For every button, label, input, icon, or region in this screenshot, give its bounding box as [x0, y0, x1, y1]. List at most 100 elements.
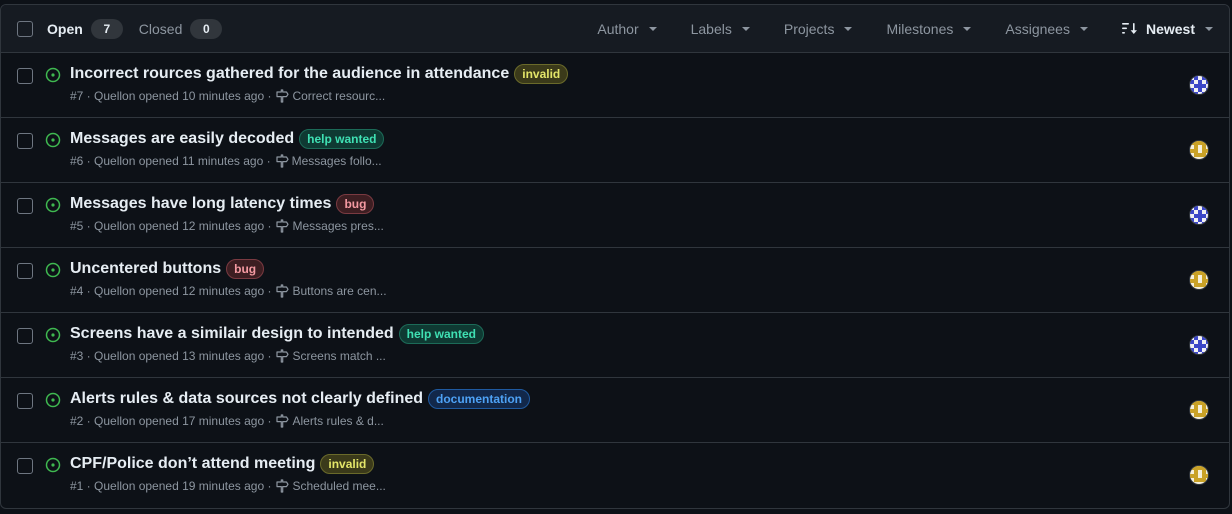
issue-checkbox[interactable]: [17, 68, 33, 84]
issue-row[interactable]: CPF/Police don’t attend meeting invalid …: [1, 443, 1229, 508]
filter-author-label: Author: [597, 20, 639, 37]
issue-checkbox[interactable]: [17, 133, 33, 149]
open-count-badge: 7: [90, 18, 123, 39]
avatar[interactable]: [1189, 335, 1209, 355]
filter-assignees-label: Assignees: [1005, 20, 1070, 37]
issue-row[interactable]: Uncentered buttons bug #4 · Quellon open…: [1, 248, 1229, 313]
issue-meta: #3 · Quellon opened 13 minutes ago ·: [70, 349, 272, 363]
sort-label: Newest: [1145, 20, 1195, 37]
label-bug[interactable]: bug: [226, 259, 265, 279]
issue-meta: #5 · Quellon opened 12 minutes ago ·: [70, 219, 272, 233]
issue-content: Screens have a similair design to intend…: [70, 323, 1169, 363]
filter-milestones[interactable]: Milestones: [886, 20, 972, 37]
filter-milestones-label: Milestones: [886, 20, 954, 37]
issue-title-link[interactable]: Incorrect rources gathered for the audie…: [70, 65, 509, 83]
label-invalid[interactable]: invalid: [320, 454, 375, 474]
issue-title-link[interactable]: Screens have a similair design to intend…: [70, 325, 394, 343]
filter-labels-label: Labels: [690, 20, 732, 37]
milestone-icon: [275, 154, 289, 168]
issue-opened-icon: [45, 132, 61, 153]
issue-checkbox[interactable]: [17, 263, 33, 279]
milestone-icon: [275, 89, 290, 103]
tab-open-label: Open: [47, 20, 83, 37]
milestone-link[interactable]: Scheduled mee...: [292, 479, 385, 493]
filter-assignees[interactable]: Assignees: [1005, 21, 1088, 37]
filter-projects-label: Projects: [783, 20, 835, 37]
issue-row[interactable]: Screens have a similair design to intend…: [1, 313, 1229, 378]
avatar[interactable]: [1189, 205, 1209, 225]
milestone-icon: [275, 219, 290, 233]
milestone-link[interactable]: Messages pres...: [292, 219, 383, 233]
milestone-icon: [275, 349, 290, 363]
issue-row[interactable]: Incorrect rources gathered for the audie…: [1, 53, 1229, 118]
chevron-down-icon: [1205, 26, 1213, 31]
sort-desc-icon: [1121, 22, 1138, 36]
tab-closed-label: Closed: [138, 20, 183, 37]
issue-title-link[interactable]: Messages are easily decoded: [70, 130, 294, 148]
avatar[interactable]: [1189, 75, 1209, 95]
issue-title-link[interactable]: CPF/Police don’t attend meeting: [70, 455, 315, 473]
issue-meta: #1 · Quellon opened 19 minutes ago ·: [70, 479, 272, 493]
issue-checkbox[interactable]: [17, 458, 33, 474]
issue-row[interactable]: Alerts rules & data sources not clearly …: [1, 378, 1229, 443]
issue-content: Incorrect rources gathered for the audie…: [70, 63, 1169, 103]
issue-meta: #2 · Quellon opened 17 minutes ago ·: [70, 414, 272, 428]
issue-meta: #6 · Quellon opened 11 minutes ago ·: [70, 154, 271, 168]
issue-opened-icon: [45, 392, 61, 413]
issue-opened-icon: [45, 197, 61, 218]
milestone-icon: [275, 284, 290, 298]
issue-checkbox[interactable]: [17, 198, 33, 214]
chevron-down-icon: [648, 26, 657, 31]
issue-content: Alerts rules & data sources not clearly …: [70, 388, 1169, 428]
chevron-down-icon: [963, 26, 972, 31]
issue-checkbox[interactable]: [17, 393, 33, 409]
select-all-checkbox[interactable]: [17, 20, 33, 37]
avatar[interactable]: [1189, 465, 1209, 485]
avatar[interactable]: [1189, 400, 1209, 420]
tab-closed[interactable]: Closed 0: [138, 18, 223, 39]
milestone-link[interactable]: Correct resourc...: [292, 89, 385, 103]
chevron-down-icon: [1079, 26, 1088, 31]
avatar[interactable]: [1189, 140, 1209, 160]
issues-toolbar: Open 7 Closed 0 Author Labels Projects M…: [1, 5, 1229, 53]
label-documentation[interactable]: documentation: [428, 389, 531, 409]
label-bug[interactable]: bug: [336, 194, 375, 214]
milestone-icon: [275, 414, 290, 428]
issue-list: Incorrect rources gathered for the audie…: [1, 53, 1229, 508]
issue-content: Messages are easily decoded help wanted …: [70, 128, 1169, 168]
issue-opened-icon: [45, 262, 61, 283]
avatar[interactable]: [1189, 270, 1209, 290]
issue-meta: #7 · Quellon opened 10 minutes ago ·: [70, 89, 272, 103]
milestone-link[interactable]: Messages follo...: [292, 154, 382, 168]
issues-panel: Open 7 Closed 0 Author Labels Projects M…: [0, 4, 1230, 509]
milestone-link[interactable]: Buttons are cen...: [292, 284, 386, 298]
filter-bar: Author Labels Projects Milestones Assign…: [597, 21, 1213, 37]
tab-open[interactable]: Open 7: [47, 18, 123, 39]
closed-count-badge: 0: [190, 18, 223, 39]
issue-row[interactable]: Messages are easily decoded help wanted …: [1, 118, 1229, 183]
label-help-wanted[interactable]: help wanted: [398, 324, 485, 344]
filter-projects[interactable]: Projects: [784, 21, 853, 37]
issue-opened-icon: [45, 67, 61, 88]
milestone-link[interactable]: Alerts rules & d...: [292, 414, 383, 428]
milestone-link[interactable]: Screens match ...: [292, 349, 385, 363]
label-invalid[interactable]: invalid: [514, 64, 569, 84]
chevron-down-icon: [844, 26, 853, 31]
filter-labels[interactable]: Labels: [691, 21, 750, 37]
issue-title-link[interactable]: Uncentered buttons: [70, 260, 221, 278]
issue-title-link[interactable]: Alerts rules & data sources not clearly …: [70, 390, 423, 408]
issue-row[interactable]: Messages have long latency times bug #5 …: [1, 183, 1229, 248]
issue-opened-icon: [45, 457, 61, 478]
issue-checkbox[interactable]: [17, 328, 33, 344]
sort-dropdown[interactable]: Newest: [1121, 20, 1213, 37]
filter-author[interactable]: Author: [597, 20, 657, 37]
issue-content: CPF/Police don’t attend meeting invalid …: [70, 453, 1169, 493]
label-help-wanted[interactable]: help wanted: [299, 129, 385, 149]
issue-opened-icon: [45, 327, 61, 348]
issue-meta: #4 · Quellon opened 12 minutes ago ·: [70, 284, 272, 298]
issue-title-link[interactable]: Messages have long latency times: [70, 195, 331, 213]
issue-content: Messages have long latency times bug #5 …: [70, 193, 1169, 233]
milestone-icon: [275, 479, 290, 493]
issue-content: Uncentered buttons bug #4 · Quellon open…: [70, 258, 1169, 298]
chevron-down-icon: [741, 26, 750, 31]
